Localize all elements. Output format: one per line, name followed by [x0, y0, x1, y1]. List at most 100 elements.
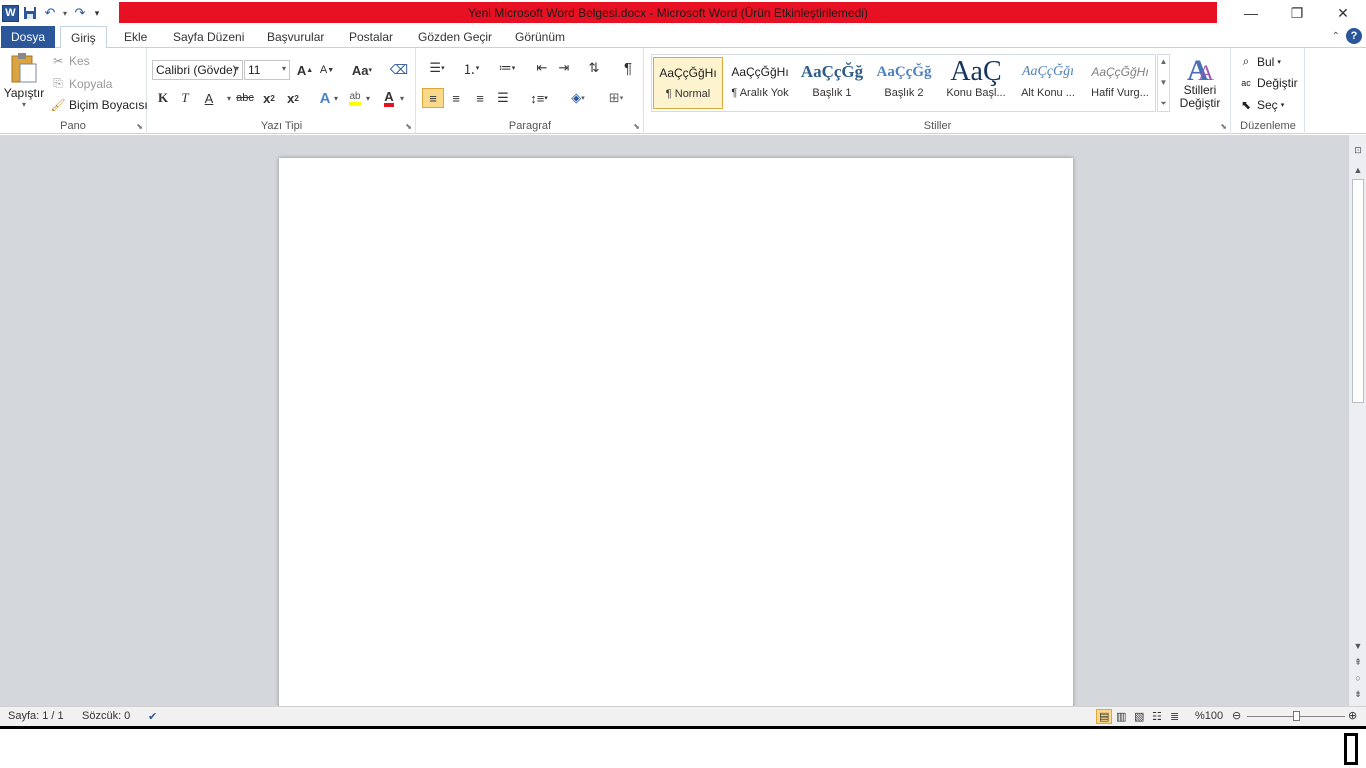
align-left-button[interactable]: ≡ [422, 88, 444, 108]
font-size-combo[interactable]: 11 ▾ [244, 60, 290, 80]
line-spacing-icon[interactable]: ↕≡ ▾ [525, 88, 553, 108]
scroll-thumb[interactable] [1352, 179, 1364, 403]
find-button[interactable]: ⌕ Bul ▾ [1238, 54, 1281, 69]
save-icon[interactable] [21, 4, 39, 22]
styles-launcher-icon[interactable]: ⬊ [1220, 122, 1227, 131]
tab-view[interactable]: Görünüm [505, 26, 575, 48]
customize-qat-icon[interactable]: ▾ [91, 4, 103, 22]
bullets-icon[interactable]: ☰ ▾ [423, 58, 451, 78]
zoom-out-icon[interactable]: ⊖ [1232, 709, 1241, 722]
decrease-indent-icon[interactable]: ⇤ [531, 58, 553, 78]
page-count[interactable]: Sayfa: 1 / 1 [8, 710, 64, 722]
style-heading-2[interactable]: AaÇçĞğ Başlık 2 [869, 57, 939, 109]
font-name-combo[interactable]: Calibri (Gövde) ▾ [152, 60, 243, 80]
document-page[interactable] [279, 158, 1073, 706]
redo-icon[interactable]: ↷ [71, 4, 89, 22]
tab-file[interactable]: Dosya [1, 26, 55, 48]
next-page-icon[interactable]: ⇟ [1349, 689, 1366, 700]
replace-button[interactable]: ac Değiştir [1238, 76, 1297, 90]
svg-text:A: A [1198, 60, 1214, 84]
show-formatting-icon[interactable]: ¶ [617, 58, 639, 78]
paste-button[interactable]: Yapıştır ▾ [4, 52, 44, 112]
select-button[interactable]: ⬉ Seç ▾ [1238, 98, 1284, 112]
tab-page-layout[interactable]: Sayfa Düzeni [163, 26, 254, 48]
sort-icon[interactable]: ⇅ [583, 58, 605, 78]
strikethrough-button[interactable]: abc [234, 88, 256, 108]
scroll-down-icon[interactable]: ▼ [1349, 641, 1366, 651]
ribbon-tabs: Dosya Giriş Ekle Sayfa Düzeni Başvurular… [0, 26, 1366, 49]
subscript-button[interactable]: x2 [258, 88, 280, 108]
superscript-button[interactable]: x2 [282, 88, 304, 108]
zoom-in-icon[interactable]: ⊕ [1348, 709, 1357, 722]
paste-icon [11, 53, 37, 83]
change-styles-button[interactable]: AA Stilleri Değiştir [1176, 52, 1224, 110]
style-normal[interactable]: AaÇçĞğHı ¶ Normal [653, 57, 723, 109]
zoom-level[interactable]: %100 [1195, 710, 1223, 722]
tab-insert[interactable]: Ekle [114, 26, 157, 48]
minimize-button[interactable]: — [1228, 0, 1274, 26]
close-button[interactable]: ✕ [1320, 0, 1366, 26]
shrink-font-icon[interactable]: A ▼ [316, 60, 338, 80]
gallery-more-icon: ⏷ [1160, 99, 1167, 108]
justify-button[interactable]: ☰ [492, 88, 514, 108]
align-center-button[interactable]: ≡ [445, 88, 467, 108]
tab-home[interactable]: Giriş [60, 26, 107, 49]
brush-icon: 🖌 [50, 98, 66, 112]
cut-button[interactable]: ✂ Kes [50, 54, 90, 68]
draft-icon[interactable]: ≣ [1170, 710, 1179, 723]
minimize-ribbon-icon[interactable]: ⌃ [1332, 31, 1340, 42]
style-heading-1[interactable]: AaÇçĞğ Başlık 1 [797, 57, 867, 109]
ruler-toggle-icon[interactable]: ⊡ [1349, 145, 1366, 156]
numbering-icon[interactable]: ⒈ ▾ [457, 58, 485, 78]
style-subtitle[interactable]: AaÇçĞğı Alt Konu ... [1013, 57, 1083, 109]
restore-button[interactable]: ❐ [1274, 0, 1320, 26]
align-right-button[interactable]: ≡ [469, 88, 491, 108]
bold-button[interactable]: K [152, 88, 174, 108]
font-launcher-icon[interactable]: ⬊ [405, 122, 412, 131]
shading-icon[interactable]: ◈ ▾ [563, 88, 593, 108]
paragraph-launcher-icon[interactable]: ⬊ [633, 122, 640, 131]
print-layout-icon[interactable]: ▤ [1096, 709, 1113, 724]
paragraph-label: Paragraf [508, 120, 552, 132]
scroll-up-icon[interactable]: ▲ [1349, 165, 1366, 175]
previous-page-icon[interactable]: ⇞ [1349, 657, 1366, 668]
scissors-icon: ✂ [52, 54, 64, 68]
borders-icon[interactable]: ⊞ ▾ [601, 88, 631, 108]
clipboard-launcher-icon[interactable]: ⬊ [136, 122, 143, 131]
increase-indent-icon[interactable]: ⇥ [553, 58, 575, 78]
tab-review[interactable]: Gözden Geçir [408, 26, 502, 48]
highlight-dropdown-icon[interactable]: ▾ [362, 88, 374, 108]
zoom-slider-thumb[interactable] [1293, 711, 1300, 721]
browse-object-icon[interactable]: ○ [1349, 673, 1366, 683]
tab-references[interactable]: Başvurular [257, 26, 334, 48]
clipboard-label: Pano [60, 120, 86, 132]
tab-mailings[interactable]: Postalar [339, 26, 403, 48]
change-case-icon[interactable]: Aa ▾ [348, 60, 376, 80]
font-color-dropdown-icon[interactable]: ▾ [396, 88, 408, 108]
full-screen-reading-icon[interactable]: ▥ [1116, 710, 1126, 723]
underline-button[interactable]: A [198, 88, 220, 108]
format-painter-button[interactable]: 🖌 Biçim Boyacısı [50, 98, 147, 112]
italic-button[interactable]: T [174, 88, 196, 108]
copy-button[interactable]: ⎘ Kopyala [50, 76, 112, 91]
proofing-icon[interactable]: ✔ [148, 710, 157, 723]
style-subtle-emphasis[interactable]: AaÇçĞğHı Hafif Vurg... [1085, 57, 1155, 109]
show-desktop-button[interactable] [1344, 733, 1358, 765]
vertical-scrollbar[interactable]: ⊡ ▲ ▼ ⇞ ○ ⇟ [1348, 135, 1366, 706]
grow-font-icon[interactable]: A ▲ [294, 60, 316, 80]
multilevel-list-icon[interactable]: ≔ ▾ [493, 58, 521, 78]
text-effects-dropdown-icon[interactable]: ▾ [330, 88, 342, 108]
style-no-spacing[interactable]: AaÇçĞğHı ¶ Aralık Yok [725, 57, 795, 109]
help-icon[interactable]: ? [1346, 28, 1362, 44]
undo-icon[interactable]: ↶ [41, 4, 59, 22]
word-count[interactable]: Sözcük: 0 [82, 710, 130, 722]
undo-dropdown-icon[interactable]: ▾ [61, 4, 69, 22]
font-label: Yazı Tipi [260, 120, 303, 132]
web-layout-icon[interactable]: ▧ [1134, 710, 1144, 723]
change-styles-icon: AA [1187, 54, 1214, 84]
styles-gallery-scroll[interactable]: ▲ ▼ ⏷ [1157, 54, 1170, 112]
clear-formatting-icon[interactable]: ⌫ [388, 60, 410, 80]
style-title[interactable]: AaÇ Konu Başl... [941, 57, 1011, 109]
word-app-icon[interactable]: W [2, 4, 19, 22]
outline-icon[interactable]: ☷ [1152, 710, 1162, 723]
